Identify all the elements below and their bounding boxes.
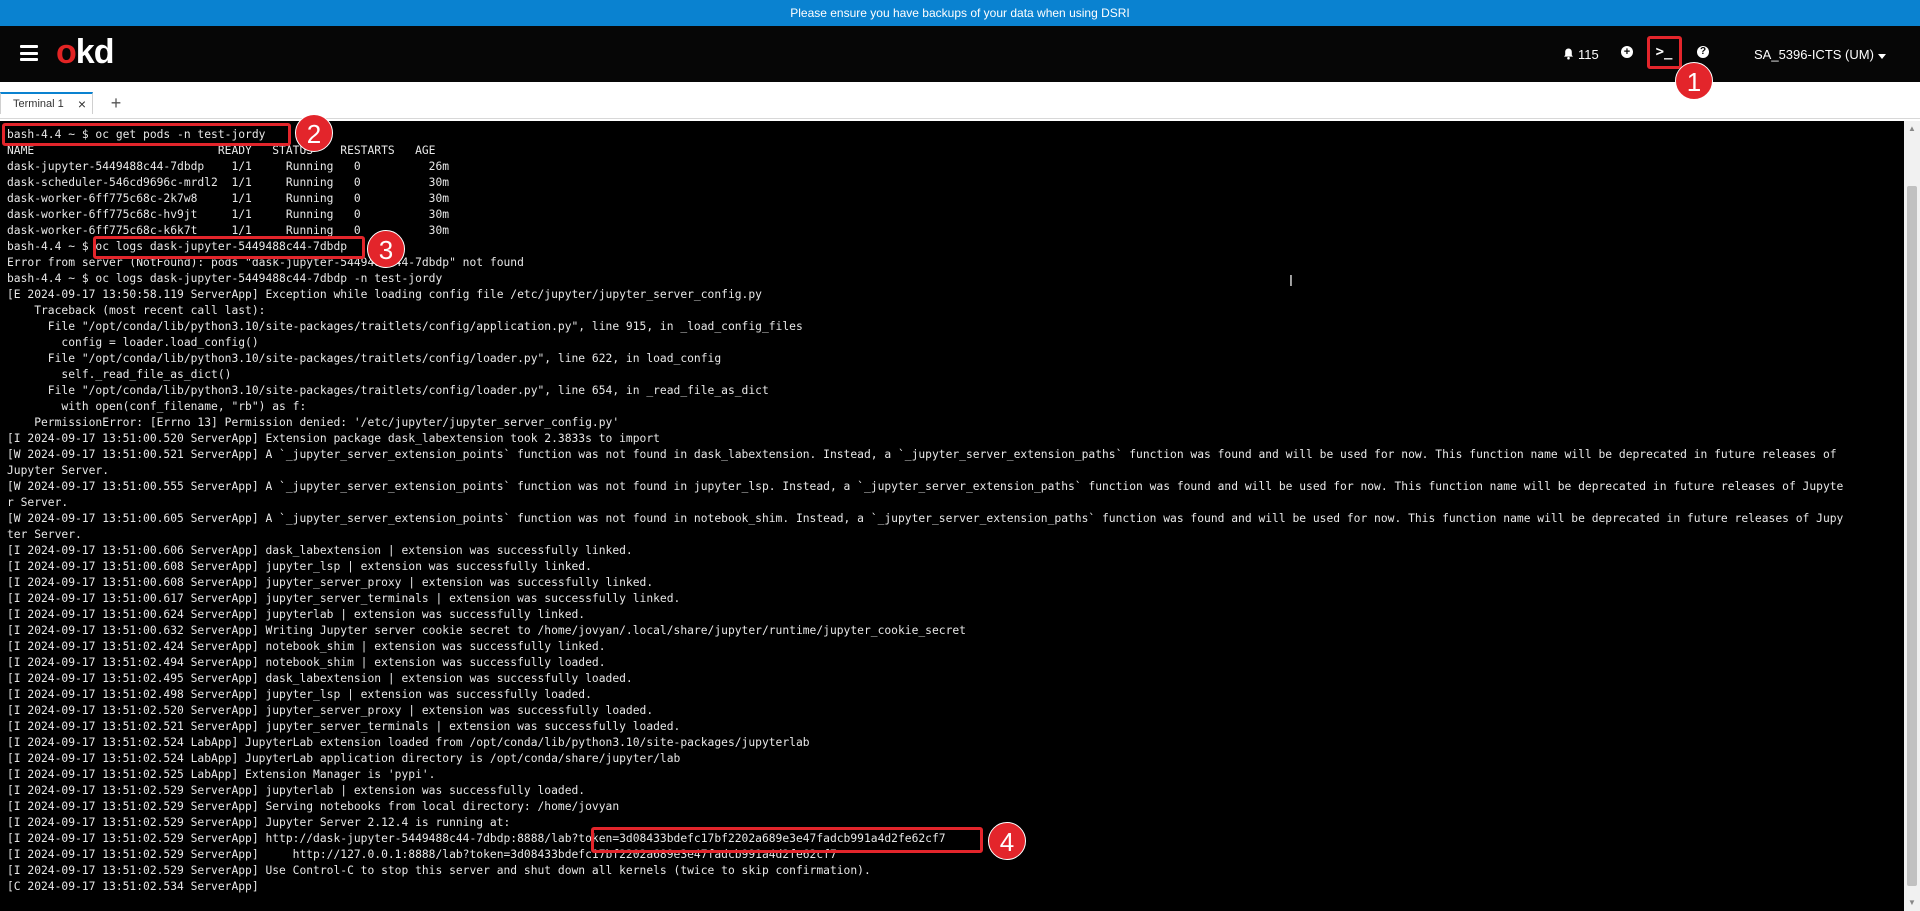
caret-down-icon	[1877, 47, 1886, 62]
terminal-tab-bar: Terminal 1 × +	[0, 82, 1920, 120]
terminal-line: [I 2024-09-17 13:51:02.494 ServerApp] no…	[7, 656, 606, 669]
terminal-line: self._read_file_as_dict()	[7, 368, 232, 381]
logo-text: okd	[56, 33, 114, 71]
terminal-line: [I 2024-09-17 13:51:02.424 ServerApp] no…	[7, 640, 606, 653]
terminal-line: dask-worker-6ff775c68c-hv9jt 1/1 Running…	[7, 208, 450, 221]
tab-terminal-1[interactable]: Terminal 1 ×	[0, 92, 93, 114]
terminal-line: r Server.	[7, 496, 69, 509]
step-marker-3: 3	[367, 230, 405, 268]
terminal-line: [I 2024-09-17 13:51:02.495 ServerApp] da…	[7, 672, 633, 685]
plus-circle-icon: +	[1621, 46, 1633, 58]
terminal-line: bash-4.4 ~ $ oc logs dask-jupyter-544948…	[7, 272, 443, 285]
terminal-line: [W 2024-09-17 13:51:00.605 ServerApp] A …	[7, 512, 1844, 525]
terminal-line: NAME READY STATUS RESTARTS AGE	[7, 144, 436, 157]
terminal-line: Jupyter Server.	[7, 464, 110, 477]
menu-icon[interactable]	[20, 45, 38, 61]
terminal-line: [I 2024-09-17 13:51:02.529 ServerApp] Us…	[7, 864, 871, 877]
terminal-line: [I 2024-09-17 13:51:02.525 LabApp] Exten…	[7, 768, 436, 781]
terminal-line: [I 2024-09-17 13:51:00.632 ServerApp] Wr…	[7, 624, 966, 637]
highlight-token	[591, 827, 983, 853]
terminal-line: [W 2024-09-17 13:51:00.521 ServerApp] A …	[7, 448, 1837, 461]
highlight-terminal-button	[1647, 36, 1682, 69]
terminal-line: [I 2024-09-17 13:51:00.608 ServerApp] ju…	[7, 560, 592, 573]
terminal-line: [C 2024-09-17 13:51:02.534 ServerApp]	[7, 880, 259, 893]
terminal-line: [I 2024-09-17 13:51:00.606 ServerApp] da…	[7, 544, 633, 557]
quick-create-button[interactable]: +	[1613, 38, 1641, 66]
terminal-line: [I 2024-09-17 13:51:02.524 LabApp] Jupyt…	[7, 736, 810, 749]
user-menu[interactable]: SA_5396-ICTS (UM)	[1754, 26, 1886, 82]
terminal-line: File "/opt/conda/lib/python3.10/site-pac…	[7, 384, 769, 397]
masthead: okd 115 + >_ ? SA_5396-ICTS (UM)	[0, 26, 1920, 82]
notifications-button[interactable]: 115	[1563, 26, 1599, 82]
banner-text: Please ensure you have backups of your d…	[790, 6, 1130, 20]
terminal-line: [I 2024-09-17 13:51:00.624 ServerApp] ju…	[7, 608, 586, 621]
highlight-logs-command	[93, 236, 365, 259]
terminal-line: [I 2024-09-17 13:51:02.529 ServerApp] Se…	[7, 800, 620, 813]
notifications-count: 115	[1578, 46, 1599, 62]
terminal-scrollbar[interactable]: ▲ ▼	[1904, 121, 1920, 911]
text-cursor-icon: I	[1288, 273, 1294, 290]
terminal-line: [I 2024-09-17 13:51:00.520 ServerApp] Ex…	[7, 432, 660, 445]
close-tab-icon[interactable]: ×	[78, 96, 86, 112]
tab-divider	[0, 118, 1920, 119]
terminal-line: [I 2024-09-17 13:51:02.521 ServerApp] ju…	[7, 720, 681, 733]
step-marker-2: 2	[295, 114, 333, 152]
bell-icon	[1563, 48, 1574, 60]
terminal-line: ter Server.	[7, 528, 82, 541]
terminal-line: bash-4.4 ~ $ oc get pods -n test-jordy	[7, 128, 266, 141]
terminal-line: [W 2024-09-17 13:51:00.555 ServerApp] A …	[7, 480, 1844, 493]
step-marker-4: 4	[988, 822, 1026, 860]
step-marker-1: 1	[1675, 62, 1713, 100]
terminal-line: with open(conf_filename, "rb") as f:	[7, 400, 307, 413]
tab-label: Terminal 1	[13, 98, 64, 110]
backup-warning-banner: Please ensure you have backups of your d…	[0, 0, 1920, 26]
scroll-down-icon[interactable]: ▼	[1904, 895, 1920, 911]
terminal-line: PermissionError: [Errno 13] Permission d…	[7, 416, 620, 429]
terminal-line: [I 2024-09-17 13:51:00.617 ServerApp] ju…	[7, 592, 681, 605]
terminal-line: config = loader.load_config()	[7, 336, 259, 349]
terminal-line: [I 2024-09-17 13:51:02.524 LabApp] Jupyt…	[7, 752, 681, 765]
help-icon: ?	[1697, 46, 1709, 58]
terminal-line: Traceback (most recent call last):	[7, 304, 266, 317]
highlight-get-pods-command	[2, 123, 291, 146]
terminal-line: [E 2024-09-17 13:50:58.119 ServerApp] Ex…	[7, 288, 762, 301]
scroll-thumb[interactable]	[1907, 186, 1917, 886]
add-tab-button[interactable]: +	[106, 93, 126, 113]
terminal-line: [I 2024-09-17 13:51:02.498 ServerApp] ju…	[7, 688, 592, 701]
terminal-line: [I 2024-09-17 13:51:02.520 ServerApp] ju…	[7, 704, 654, 717]
terminal-line: [I 2024-09-17 13:51:02.529 ServerApp] ju…	[7, 784, 586, 797]
terminal-line: [I 2024-09-17 13:51:00.608 ServerApp] ju…	[7, 576, 654, 589]
terminal-line: dask-jupyter-5449488c44-7dbdp 1/1 Runnin…	[7, 160, 450, 173]
user-name: SA_5396-ICTS (UM)	[1754, 46, 1874, 62]
terminal-line: dask-scheduler-546cd9696c-mrdl2 1/1 Runn…	[7, 176, 450, 189]
terminal-line: File "/opt/conda/lib/python3.10/site-pac…	[7, 352, 722, 365]
terminal-line: File "/opt/conda/lib/python3.10/site-pac…	[7, 320, 803, 333]
terminal-line: dask-worker-6ff775c68c-2k7w8 1/1 Running…	[7, 192, 450, 205]
okd-logo[interactable]: okd	[56, 32, 114, 72]
scroll-up-icon[interactable]: ▲	[1904, 121, 1920, 137]
